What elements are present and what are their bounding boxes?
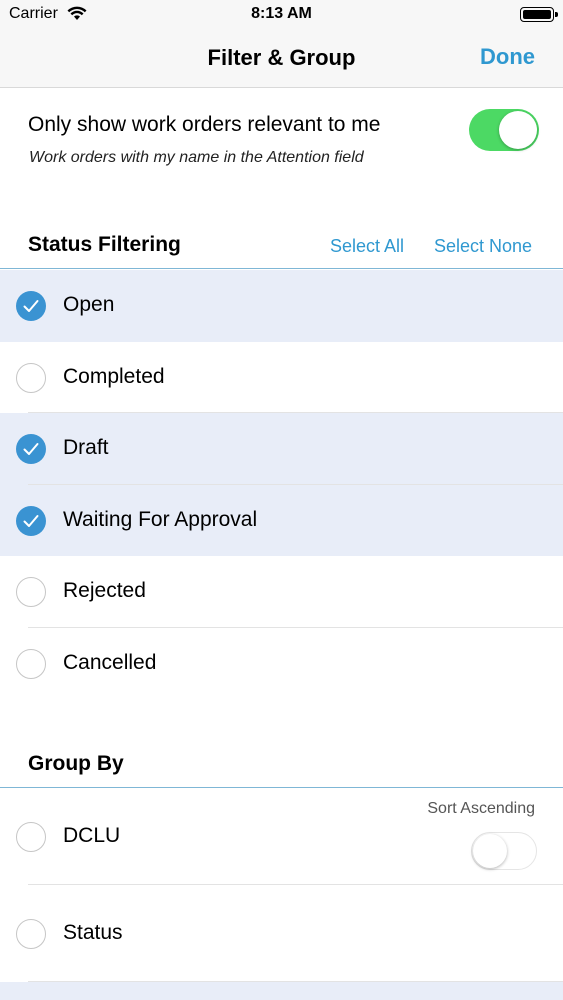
relevance-toggle[interactable] (469, 109, 539, 151)
empty-circle-icon[interactable] (16, 919, 46, 949)
status_filtering-option-label: Draft (63, 436, 109, 459)
empty-circle-icon[interactable] (16, 822, 46, 852)
group_by-option-label: DCLU (63, 824, 121, 847)
checkmark-circle-icon[interactable] (16, 434, 46, 464)
status-filtering-heading: Status Filtering (28, 233, 181, 256)
battery-icon (520, 7, 558, 22)
empty-circle-icon[interactable] (16, 577, 46, 607)
next-row-partial (0, 982, 563, 1000)
group-by-heading: Group By (28, 752, 124, 775)
empty-circle-icon[interactable] (16, 362, 46, 393)
status-filtering-header: Status Filtering Select All Select None (0, 219, 563, 269)
relevance-label: Only show work orders relevant to me (28, 113, 381, 136)
sort-ascending-label: Sort Ascending (427, 800, 535, 817)
relevance-sublabel: Work orders with my name in the Attentio… (29, 149, 364, 166)
group-by-list: DCLU Sort Ascending Status (0, 788, 563, 982)
select-all-button[interactable]: Select All (330, 236, 404, 257)
group-by-header: Group By (0, 738, 563, 788)
sort-ascending-toggle[interactable] (471, 832, 537, 870)
status_filtering-option-row[interactable]: Rejected (0, 556, 563, 628)
select-none-button[interactable]: Select None (434, 236, 532, 257)
status_filtering-option-row[interactable]: Waiting For Approval (0, 484, 563, 556)
status-filter-list: Open Completed Draft Waiting For Approval Re… (0, 270, 563, 699)
clock-time: 8:13 AM (251, 5, 312, 22)
status_filtering-option-label: Cancelled (63, 650, 157, 674)
group_by-option-label: Status (63, 921, 123, 944)
status-bar: Carrier 8:13 AM (0, 0, 563, 30)
empty-circle-icon[interactable] (16, 648, 46, 679)
done-button[interactable]: Done (480, 44, 535, 70)
status_filtering-option-label: Completed (63, 364, 165, 388)
toggle-knob (499, 111, 537, 149)
group_by-option-row[interactable]: DCLU Sort Ascending (0, 788, 563, 885)
page-title: Filter & Group (207, 45, 356, 70)
checkmark-circle-icon[interactable] (16, 291, 46, 321)
navigation-bar: Filter & Group Done (0, 30, 563, 88)
status_filtering-option-label: Waiting For Approval (63, 507, 258, 531)
group_by-option-row[interactable]: Status (0, 885, 563, 982)
relevance-setting-row: Only show work orders relevant to me Wor… (0, 88, 563, 188)
status_filtering-option-row[interactable]: Completed (0, 342, 563, 413)
status_filtering-option-row[interactable]: Draft (0, 413, 563, 485)
status_filtering-option-row[interactable]: Cancelled (0, 628, 563, 700)
status_filtering-option-label: Rejected (63, 579, 146, 602)
toggle-knob (473, 834, 507, 868)
status_filtering-option-row[interactable]: Open (0, 270, 563, 342)
status_filtering-option-label: Open (63, 293, 115, 316)
checkmark-circle-icon[interactable] (16, 505, 46, 536)
